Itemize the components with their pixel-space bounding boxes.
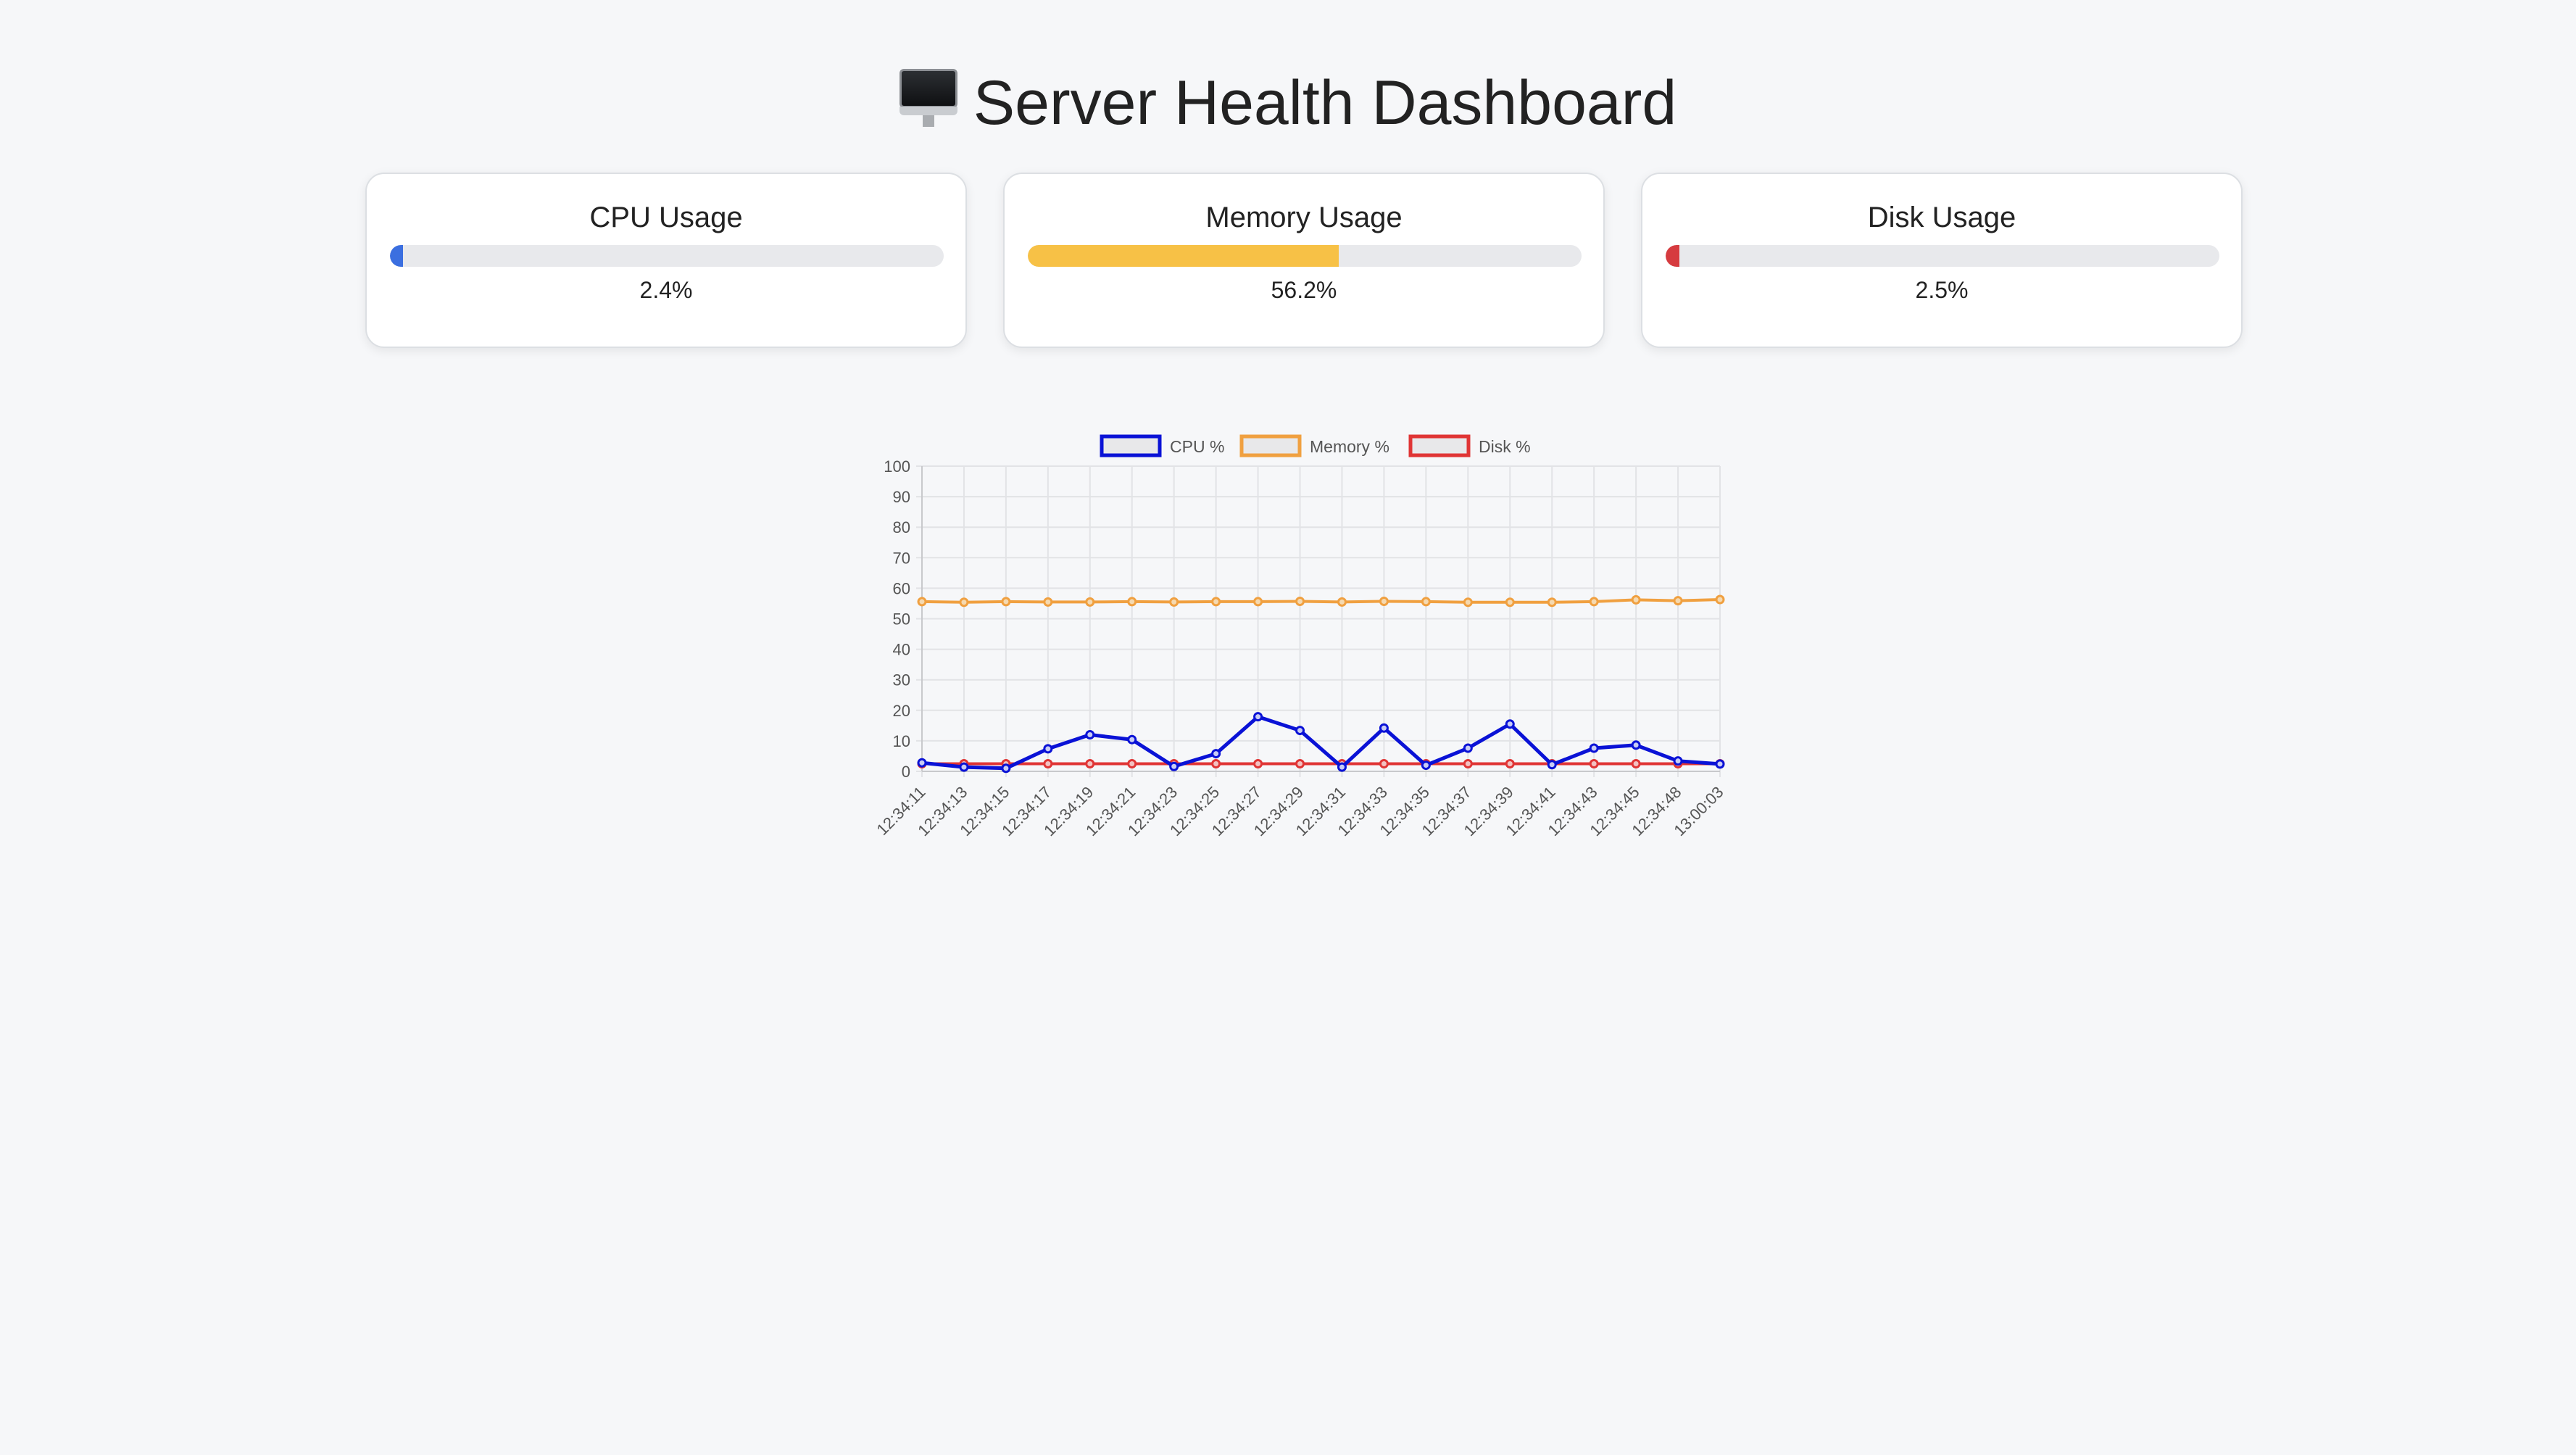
memory-legend-label: Memory % bbox=[1310, 437, 1389, 456]
cpu-data-point bbox=[1211, 749, 1221, 759]
disk-usage-card: Disk Usage 2.5% bbox=[1641, 173, 2243, 348]
cpu-usage-progress-track bbox=[390, 245, 944, 267]
cpu-usage-card: CPU Usage 2.4% bbox=[365, 173, 967, 348]
memory-data-point bbox=[1001, 597, 1011, 607]
y-tick-label: 80 bbox=[893, 518, 910, 536]
y-tick-label: 100 bbox=[884, 457, 910, 476]
memory-data-point bbox=[1421, 597, 1431, 607]
memory-data-point bbox=[1463, 597, 1473, 608]
cpu-data-point bbox=[1337, 762, 1347, 772]
memory-data-point bbox=[1295, 597, 1305, 607]
memory-data-point bbox=[1673, 596, 1683, 606]
disk-legend-label: Disk % bbox=[1479, 437, 1531, 456]
cpu-data-point bbox=[1547, 760, 1557, 770]
y-tick-label: 0 bbox=[902, 763, 910, 781]
cpu-data-point bbox=[1127, 734, 1137, 745]
disk-data-point bbox=[1085, 758, 1095, 768]
cpu-data-point bbox=[1169, 761, 1179, 771]
cpu-data-point bbox=[1463, 743, 1473, 753]
disk-data-point bbox=[1253, 758, 1263, 768]
cpu-data-point bbox=[917, 758, 927, 768]
disk-usage-title: Disk Usage bbox=[1867, 202, 2016, 233]
cpu-legend-swatch bbox=[1100, 434, 1162, 457]
page-title: Server Health Dashboard bbox=[0, 67, 2576, 139]
memory-data-point bbox=[959, 597, 969, 608]
memory-usage-title: Memory Usage bbox=[1205, 202, 1403, 233]
y-tick-label: 40 bbox=[893, 641, 910, 659]
y-tick-label: 10 bbox=[893, 732, 910, 750]
memory-series-line bbox=[921, 597, 1721, 604]
memory-data-point bbox=[1253, 597, 1263, 607]
cpu-data-point bbox=[959, 762, 969, 772]
cpu-data-point bbox=[1379, 723, 1389, 733]
cpu-data-point bbox=[1589, 743, 1599, 753]
disk-data-point bbox=[1211, 758, 1221, 768]
memory-data-point bbox=[1589, 597, 1599, 607]
memory-data-point bbox=[1547, 597, 1557, 608]
y-tick-label: 90 bbox=[893, 488, 910, 506]
memory-legend-swatch bbox=[1239, 434, 1302, 457]
metric-cards: CPU Usage 2.4% Memory Usage 56.2% Disk U… bbox=[365, 173, 2244, 349]
cpu-data-point bbox=[1715, 759, 1725, 769]
y-tick-label: 60 bbox=[893, 579, 910, 597]
cpu-data-point bbox=[1673, 756, 1683, 766]
page-title-text: Server Health Dashboard bbox=[973, 68, 1677, 138]
desktop-computer-icon bbox=[899, 69, 957, 130]
memory-usage-value: 56.2% bbox=[1271, 277, 1337, 303]
memory-usage-progress-fill bbox=[1028, 245, 1339, 267]
cpu-legend-label: CPU % bbox=[1170, 437, 1224, 456]
disk-usage-progress-track bbox=[1666, 245, 2219, 267]
cpu-data-point bbox=[1631, 740, 1641, 750]
disk-usage-progress-fill bbox=[1666, 245, 1680, 267]
memory-data-point bbox=[1169, 597, 1179, 607]
memory-data-point bbox=[1211, 597, 1221, 607]
memory-data-point bbox=[917, 597, 927, 607]
dashboard-page: Server Health Dashboard CPU Usage 2.4% M… bbox=[0, 0, 2576, 1455]
disk-data-point bbox=[1589, 758, 1599, 768]
disk-data-point bbox=[1295, 758, 1305, 768]
usage-line-chart-svg: 010203040506070809010012:34:1112:34:1312… bbox=[873, 434, 1727, 840]
memory-data-point bbox=[1379, 597, 1389, 607]
cpu-data-point bbox=[1043, 744, 1053, 754]
disk-data-point bbox=[1379, 758, 1389, 768]
cpu-data-point bbox=[1001, 763, 1011, 774]
memory-data-point bbox=[1715, 594, 1725, 605]
cpu-data-point bbox=[1253, 712, 1263, 722]
memory-data-point bbox=[1127, 597, 1137, 607]
y-tick-label: 50 bbox=[893, 610, 910, 629]
memory-data-point bbox=[1085, 597, 1095, 607]
memory-data-point bbox=[1043, 597, 1053, 607]
cpu-data-point bbox=[1505, 719, 1515, 729]
disk-data-point bbox=[1043, 758, 1053, 768]
memory-data-point bbox=[1505, 597, 1515, 608]
disk-data-point bbox=[1505, 758, 1515, 768]
y-tick-label: 20 bbox=[893, 702, 910, 720]
memory-usage-card: Memory Usage 56.2% bbox=[1003, 173, 1605, 348]
cpu-usage-value: 2.4% bbox=[639, 277, 693, 303]
cpu-data-point bbox=[1295, 726, 1305, 736]
disk-data-point bbox=[1127, 758, 1137, 768]
y-tick-label: 30 bbox=[893, 671, 910, 689]
cpu-usage-progress-fill bbox=[390, 245, 404, 267]
cpu-data-point bbox=[1421, 760, 1431, 771]
memory-data-point bbox=[1337, 597, 1347, 607]
cpu-usage-title: CPU Usage bbox=[589, 202, 743, 233]
memory-data-point bbox=[1631, 594, 1641, 605]
usage-line-chart: 0 10 20 30 40 50 60 70 80 90 100 12:34:11 12:34:13 12… bbox=[855, 420, 1740, 870]
disk-data-point bbox=[1631, 758, 1641, 768]
cpu-series-line bbox=[921, 715, 1721, 771]
cpu-data-point bbox=[1085, 729, 1095, 739]
y-tick-label: 70 bbox=[893, 549, 910, 567]
disk-data-point bbox=[1463, 758, 1473, 768]
disk-legend-swatch bbox=[1408, 434, 1471, 457]
disk-usage-value: 2.5% bbox=[1915, 277, 1969, 303]
memory-usage-progress-track bbox=[1028, 245, 1582, 267]
